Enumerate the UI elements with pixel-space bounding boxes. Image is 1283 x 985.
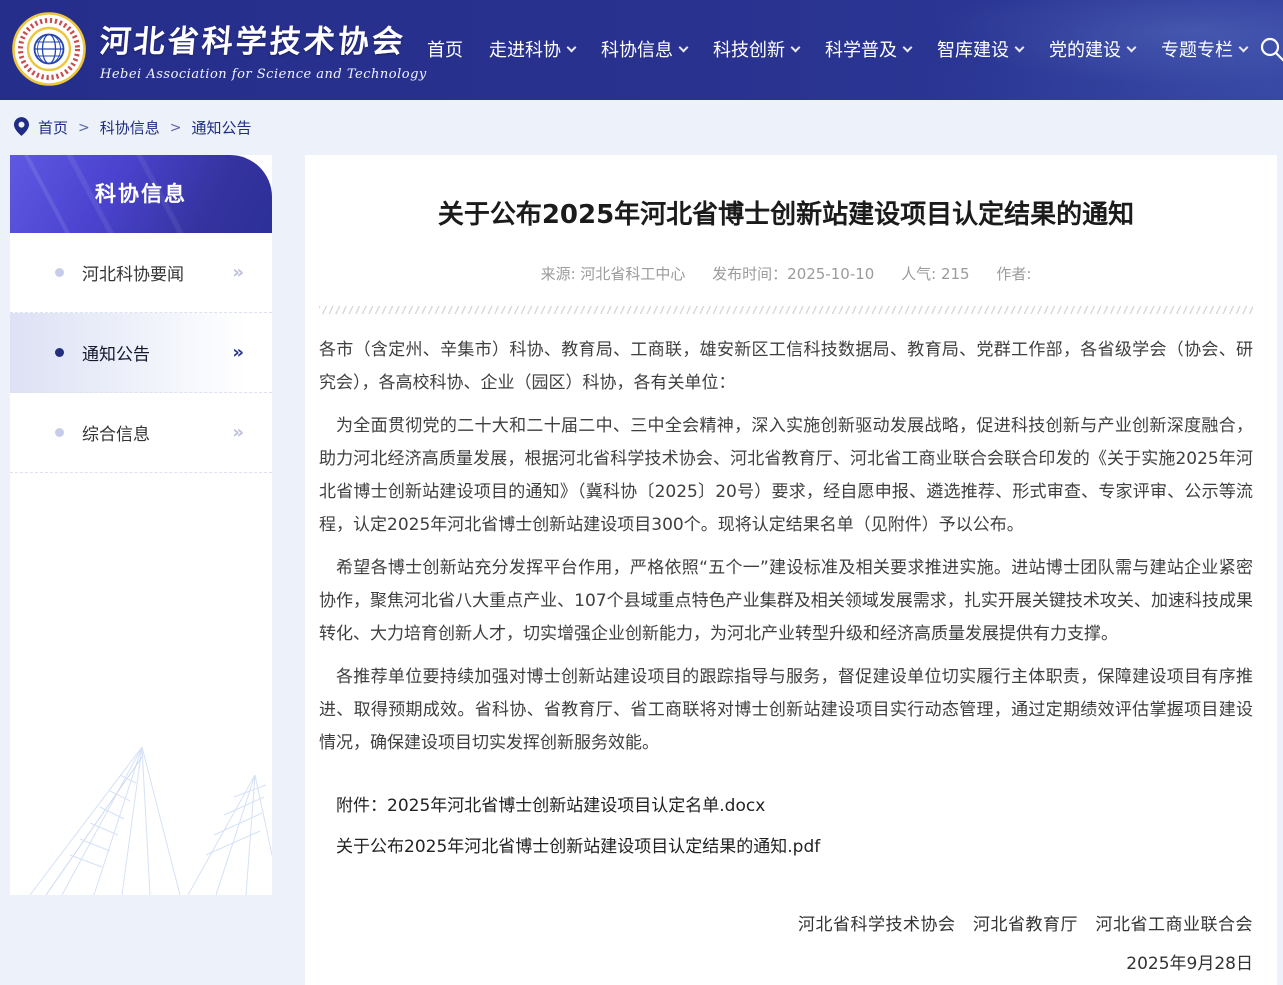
issuing-organizations: 河北省科学技术协会 河北省教育厅 河北省工商业联合会 (798, 915, 1253, 935)
location-pin-icon (14, 117, 29, 136)
search-icon (1260, 37, 1283, 62)
breadcrumb-notices[interactable]: 通知公告 (192, 117, 252, 138)
paragraph-management: 各推荐单位要持续加强对博士创新站建设项目的跟踪指导与服务，督促建设单位切实履行主… (319, 667, 1253, 753)
meta-author: 作者: (996, 265, 1032, 283)
breadcrumb-separator: > (78, 119, 90, 136)
nav-item-about[interactable]: 走进科协 (489, 36, 577, 62)
article-title: 关于公布2025年河北省博士创新站建设项目认定结果的通知 (437, 200, 1135, 230)
paragraph-recipients: 各市（含定州、辛集市）科协、教育局、工商联，雄安新区工信科技数据局、教育局、党群… (319, 340, 1253, 393)
breadcrumb-home[interactable]: 首页 (38, 117, 68, 138)
bullet-dot-icon (55, 268, 64, 277)
article-panel: 关于公布2025年河北省博士创新站建设项目认定结果的通知 来源: 河北省科工中心… (305, 155, 1277, 985)
article-meta: 来源: 河北省科工中心 发布时间：2025-10-10 人气: 215 作者: (319, 263, 1253, 284)
bullet-dot-icon (55, 428, 64, 437)
nav-item-sci-innovation[interactable]: 科技创新 (713, 36, 801, 62)
site-header: 河北省科学技术协会 Hebei Association for Science … (0, 0, 1283, 100)
meta-publish-time: 发布时间：2025-10-10 (712, 265, 875, 283)
issue-date: 2025年9月28日 (1126, 954, 1253, 974)
article-body: 各市（含定州、辛集市）科协、教育局、工商联，雄安新区工信科技数据局、教育局、党群… (319, 334, 1253, 760)
nav-item-sci-popularization[interactable]: 科学普及 (825, 36, 913, 62)
main-nav: 首页 走进科协 科协信息 科技创新 科学普及 智库建设 党的建设 专题专栏 (427, 36, 1249, 62)
attachment-docx-link[interactable]: 附件：2025年河北省博士创新站建设项目认定名单.docx (319, 790, 1253, 823)
chevron-down-icon (1238, 42, 1249, 52)
building-wireframe-decoration (29, 746, 272, 895)
bullet-dot-icon (55, 348, 64, 357)
nav-item-party-building[interactable]: 党的建设 (1049, 36, 1137, 62)
attachment-pdf-link[interactable]: 关于公布2025年河北省博士创新站建设项目认定结果的通知.pdf (319, 831, 1253, 864)
breadcrumb-kexie-info[interactable]: 科协信息 (100, 117, 160, 138)
nav-item-special-topics[interactable]: 专题专栏 (1161, 36, 1249, 62)
nav-item-kexie-info[interactable]: 科协信息 (601, 36, 689, 62)
sidebar-item-hebei-news[interactable]: 河北科协要闻 » (10, 233, 272, 313)
site-name-english: Hebei Association for Science and Techno… (100, 67, 427, 82)
double-chevron-right-icon: » (232, 422, 244, 443)
site-name: 河北省科学技术协会 (98, 24, 408, 60)
nav-item-thinktank[interactable]: 智库建设 (937, 36, 1025, 62)
chevron-down-icon (790, 42, 801, 52)
sidebar: 科协信息 河北科协要闻 » 通知公告 » 综合信息 » (10, 155, 272, 895)
site-logo[interactable]: 河北省科学技术协会 Hebei Association for Science … (12, 12, 427, 86)
meta-source: 来源: 河北省科工中心 (540, 265, 686, 283)
breadcrumb-separator: > (169, 119, 182, 136)
chevron-down-icon (902, 42, 913, 52)
search-button[interactable] (1259, 36, 1283, 68)
nav-item-home[interactable]: 首页 (427, 36, 463, 62)
chevron-down-icon (678, 42, 689, 52)
sidebar-item-notices[interactable]: 通知公告 » (10, 313, 272, 393)
breadcrumb-bar: 首页 > 科协信息 > 通知公告 (0, 100, 1283, 155)
chevron-down-icon (566, 42, 577, 52)
association-emblem-icon (12, 12, 86, 86)
sidebar-item-general-info[interactable]: 综合信息 » (10, 393, 272, 473)
double-chevron-right-icon: » (232, 262, 244, 283)
chevron-down-icon (1014, 42, 1025, 52)
chevron-down-icon (1126, 42, 1137, 52)
paragraph-expectations: 希望各博士创新站充分发挥平台作用，严格依照“五个一”建设标准及相关要求推进实施。… (319, 558, 1253, 644)
meta-views: 人气: 215 (901, 265, 970, 283)
breadcrumb: 首页 > 科协信息 > 通知公告 (38, 117, 252, 138)
attachments: 附件：2025年河北省博士创新站建设项目认定名单.docx 关于公布2025年河… (319, 790, 1253, 864)
sidebar-title: 科协信息 (10, 155, 272, 233)
double-chevron-right-icon: » (232, 342, 244, 363)
paragraph-background: 为全面贯彻党的二十大和二十届二中、三中全会精神，深入实施创新驱动发展战略，促进科… (319, 416, 1253, 535)
hatched-divider (319, 306, 1253, 314)
